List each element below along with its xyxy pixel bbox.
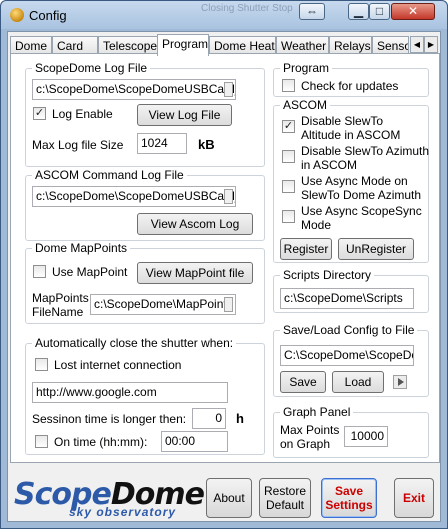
group-title: Automatically close the shutter when:	[32, 336, 237, 350]
ascom-log-group: ASCOM Command Log File c:\ScopeDome\Scop…	[25, 168, 265, 241]
scopedome-logo: ScopeDome sky observatory	[14, 477, 205, 521]
play-icon[interactable]	[393, 375, 407, 389]
about-button[interactable]: About	[206, 478, 252, 518]
log-enable-label: Log Enable	[52, 107, 113, 121]
scripts-directory-group: Scripts Directory c:\ScopeDome\Scripts	[273, 268, 429, 313]
swap-arrows-icon[interactable]: ⇔	[299, 3, 325, 20]
on-time-label: On time (hh:mm):	[54, 435, 148, 449]
save-load-config-group: Save/Load Config to File C:\ScopeDome\Sc…	[273, 323, 429, 397]
save-settings-button[interactable]: Save Settings	[321, 478, 377, 518]
group-title: ASCOM Command Log File	[32, 168, 187, 182]
lost-connection-label: Lost internet connection	[54, 358, 182, 372]
ascom-log-path-field[interactable]: c:\ScopeDome\ScopeDomeUSBCard_L	[32, 186, 236, 207]
exit-button[interactable]: Exit	[394, 478, 434, 518]
maximize-icon[interactable]: □	[369, 3, 390, 20]
max-points-label: Max Points on Graph	[280, 423, 340, 451]
browse-icon[interactable]	[224, 82, 233, 97]
tab-scroll-left-icon[interactable]: ◀	[410, 36, 424, 53]
auto-close-shutter-group: Automatically close the shutter when: Lo…	[25, 336, 265, 455]
disable-slewto-azimuth-checkbox[interactable]	[282, 150, 295, 163]
scripts-path-field[interactable]: c:\ScopeDome\Scripts	[280, 288, 414, 309]
hours-unit-label: h	[236, 411, 244, 426]
async-slewto-azimuth-checkbox[interactable]	[282, 180, 295, 193]
unregister-button[interactable]: UnRegister	[338, 238, 414, 260]
close-icon[interactable]: ✕	[391, 3, 435, 20]
mappoints-label: MapPoints	[32, 291, 89, 305]
register-button[interactable]: Register	[280, 238, 332, 260]
group-title: ASCOM	[280, 98, 331, 112]
tab-strip: Dome Card Telescope Program Dome Heat We…	[10, 34, 440, 56]
ping-url-field[interactable]: http://www.google.com	[32, 382, 228, 403]
view-log-file-button[interactable]: View Log File	[137, 104, 232, 126]
async-slewto-azimuth-label: Use Async Mode on SlewTo Dome Azimuth	[301, 174, 422, 202]
logo-tagline: sky observatory	[69, 505, 177, 519]
check-updates-label: Check for updates	[301, 79, 399, 93]
disable-slewto-azimuth-label: Disable SlewTo Azimuth in ASCOM	[301, 144, 430, 172]
tab-scroll-right-icon[interactable]: ▶	[424, 36, 438, 53]
filename-label: FileName	[32, 305, 84, 319]
config-path-field[interactable]: C:\ScopeDome\ScopeDom	[280, 345, 414, 366]
group-title: Dome MapPoints	[32, 241, 131, 255]
title-bar[interactable]: Config Closing Shutter Stop ⇔ ▁ □ ✕	[1, 1, 447, 29]
restore-default-button[interactable]: Restore Default	[259, 478, 311, 518]
view-ascom-log-button[interactable]: View Ascom Log	[137, 213, 253, 235]
app-icon	[10, 8, 24, 22]
log-enable-checkbox[interactable]: ✓	[33, 107, 46, 120]
client-area: Dome Card Telescope Program Dome Heat We…	[7, 31, 441, 522]
log-path-field[interactable]: c:\ScopeDome\ScopeDomeUSBCard_L	[32, 79, 236, 100]
program-tab-panel: ScopeDome Log File c:\ScopeDome\ScopeDom…	[10, 53, 440, 463]
session-time-field[interactable]: 0	[192, 408, 226, 429]
group-title: Scripts Directory	[280, 268, 375, 282]
view-mappoint-file-button[interactable]: View MapPoint file	[137, 262, 253, 284]
scopedome-log-group: ScopeDome Log File c:\ScopeDome\ScopeDom…	[25, 61, 265, 167]
session-time-label: Sessinon time is longer then:	[32, 412, 187, 426]
max-points-field[interactable]: 10000	[344, 426, 388, 447]
kb-unit-label: kB	[198, 137, 215, 152]
check-updates-checkbox[interactable]	[282, 79, 295, 92]
window-title: Config	[29, 8, 67, 23]
browse-icon[interactable]	[224, 297, 233, 312]
background-text: Closing Shutter Stop	[201, 3, 293, 14]
max-log-size-label: Max Log file Size	[32, 138, 124, 152]
disable-slewto-altitude-label: Disable SlewTo Altitude in ASCOM	[301, 114, 401, 142]
mappoints-group: Dome MapPoints Use MapPoint View MapPoin…	[25, 241, 265, 324]
ascom-group: ASCOM ✓ Disable SlewTo Altitude in ASCOM …	[273, 98, 430, 263]
load-config-button[interactable]: Load	[332, 371, 384, 393]
async-scopesync-label: Use Async ScopeSync Mode	[301, 204, 422, 232]
program-group: Program Check for updates	[273, 61, 429, 97]
use-mappoint-label: Use MapPoint	[52, 265, 128, 279]
async-scopesync-checkbox[interactable]	[282, 210, 295, 223]
graph-panel-group: Graph Panel Max Points on Graph 10000	[273, 405, 429, 458]
group-title: Graph Panel	[280, 405, 354, 419]
lost-connection-checkbox[interactable]	[35, 358, 48, 371]
tab-program[interactable]: Program	[157, 34, 209, 56]
browse-icon[interactable]	[224, 189, 233, 204]
minimize-icon[interactable]: ▁	[348, 3, 369, 20]
group-title: Save/Load Config to File	[280, 323, 418, 337]
config-window: Config Closing Shutter Stop ⇔ ▁ □ ✕ Dome…	[0, 0, 448, 529]
max-log-size-field[interactable]: 1024	[137, 133, 187, 154]
group-title: Program	[280, 61, 333, 75]
on-time-field[interactable]: 00:00	[161, 431, 228, 452]
save-config-button[interactable]: Save	[280, 371, 326, 393]
mappoints-filename-field[interactable]: c:\ScopeDome\MapPoints	[90, 294, 236, 315]
on-time-checkbox[interactable]	[35, 435, 48, 448]
use-mappoint-checkbox[interactable]	[33, 265, 46, 278]
disable-slewto-altitude-checkbox[interactable]: ✓	[282, 120, 295, 133]
group-title: ScopeDome Log File	[32, 61, 151, 75]
